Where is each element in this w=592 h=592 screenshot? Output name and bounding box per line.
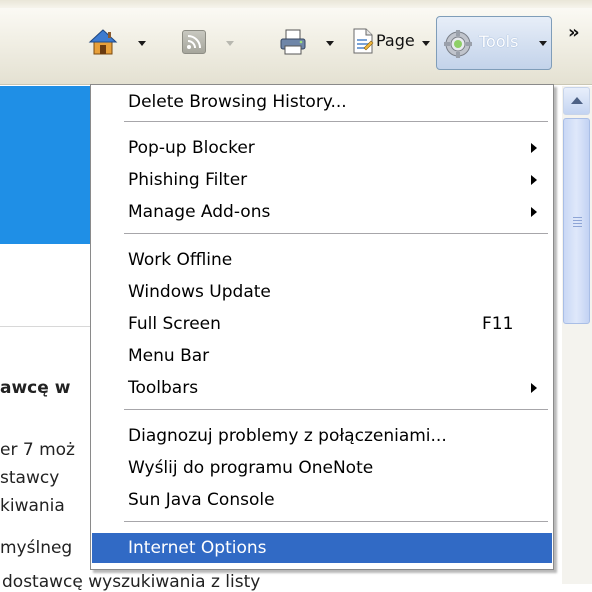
menu-item-shortcut: F11 <box>482 314 514 334</box>
menu-separator <box>124 121 548 122</box>
command-bar-top-edge <box>0 0 592 8</box>
menu-item-label: Diagnozuj problemy z połączeniami... <box>128 426 447 446</box>
print-icon[interactable] <box>278 28 308 56</box>
menu-item-label: Toolbars <box>128 378 199 398</box>
page-divider <box>0 326 92 327</box>
menu-item-label: Pop-up Blocker <box>128 138 255 158</box>
menu-item-sun-java-console[interactable]: Sun Java Console <box>92 485 552 515</box>
page-menu-label[interactable]: Page <box>376 31 415 50</box>
menu-item-label: Windows Update <box>128 282 271 302</box>
scroll-grip-line <box>573 223 582 224</box>
menu-item-label: Full Screen <box>128 314 221 334</box>
page-text-fragment: stawcy <box>0 468 60 488</box>
menu-item-label: Sun Java Console <box>128 490 275 510</box>
menu-item-phishing-filter[interactable]: Phishing Filter <box>92 165 552 195</box>
menu-separator <box>124 521 548 522</box>
menu-item-toolbars[interactable]: Toolbars <box>92 373 552 403</box>
menu-item-internet-options[interactable]: Internet Options <box>92 533 552 563</box>
feeds-dropdown-arrow[interactable] <box>226 41 234 46</box>
vertical-scrollbar[interactable] <box>562 86 592 584</box>
menu-item-popup-blocker[interactable]: Pop-up Blocker <box>92 133 552 163</box>
tools-button[interactable]: Tools <box>436 16 552 70</box>
page-text-fragment: er 7 moż <box>0 440 75 460</box>
submenu-arrow-icon <box>531 383 537 393</box>
scroll-grip-line <box>573 220 582 221</box>
menu-item-send-to-onenote[interactable]: Wyślij do programu OneNote <box>92 453 552 483</box>
menu-item-work-offline[interactable]: Work Offline <box>92 245 552 275</box>
menu-item-menu-bar[interactable]: Menu Bar <box>92 341 552 371</box>
command-bar: Page Tools » <box>0 0 592 85</box>
page-text-fragment: myślneg <box>0 538 73 558</box>
menu-item-label: Internet Options <box>128 538 267 558</box>
submenu-arrow-icon <box>531 143 537 153</box>
menu-item-label: Manage Add-ons <box>128 202 271 222</box>
menu-item-label: Wyślij do programu OneNote <box>128 458 374 478</box>
page-icon[interactable] <box>352 28 374 54</box>
menu-item-label: Work Offline <box>128 250 233 270</box>
submenu-arrow-icon <box>531 207 537 217</box>
scroll-up-arrow[interactable] <box>563 87 590 115</box>
scroll-thumb[interactable] <box>563 118 590 324</box>
scroll-grip-line <box>573 217 582 218</box>
gear-icon <box>444 30 472 58</box>
page-heading-fragment: awcę w <box>0 378 71 398</box>
page-blue-banner <box>0 86 92 244</box>
page-dropdown-arrow[interactable] <box>422 41 430 46</box>
menu-item-full-screen[interactable]: Full Screen F11 <box>92 309 552 339</box>
page-text-fragment: kiwania <box>0 496 65 516</box>
menu-separator <box>124 409 548 410</box>
menu-item-label: Menu Bar <box>128 346 210 366</box>
menu-item-diagnose-connection-problems[interactable]: Diagnozuj problemy z połączeniami... <box>92 421 552 451</box>
tools-menu-label: Tools <box>479 32 519 51</box>
menu-item-windows-update[interactable]: Windows Update <box>92 277 552 307</box>
menu-separator <box>124 233 548 234</box>
page-text-fragment: dostawcę wyszukiwania z listy <box>2 572 261 592</box>
rss-feed-icon[interactable] <box>182 30 206 54</box>
home-dropdown-arrow[interactable] <box>138 41 146 46</box>
scroll-grip-line <box>573 226 582 227</box>
home-icon[interactable] <box>88 28 118 56</box>
tools-dropdown-arrow <box>539 41 547 46</box>
tools-dropdown-menu: Delete Browsing History... Pop-up Blocke… <box>90 84 554 570</box>
menu-item-manage-add-ons[interactable]: Manage Add-ons <box>92 197 552 227</box>
toolbar-overflow-chevron[interactable]: » <box>568 22 580 43</box>
menu-item-delete-browsing-history[interactable]: Delete Browsing History... <box>92 87 552 117</box>
menu-item-label: Delete Browsing History... <box>128 92 347 112</box>
submenu-arrow-icon <box>531 175 537 185</box>
print-dropdown-arrow[interactable] <box>326 41 334 46</box>
menu-item-label: Phishing Filter <box>128 170 248 190</box>
